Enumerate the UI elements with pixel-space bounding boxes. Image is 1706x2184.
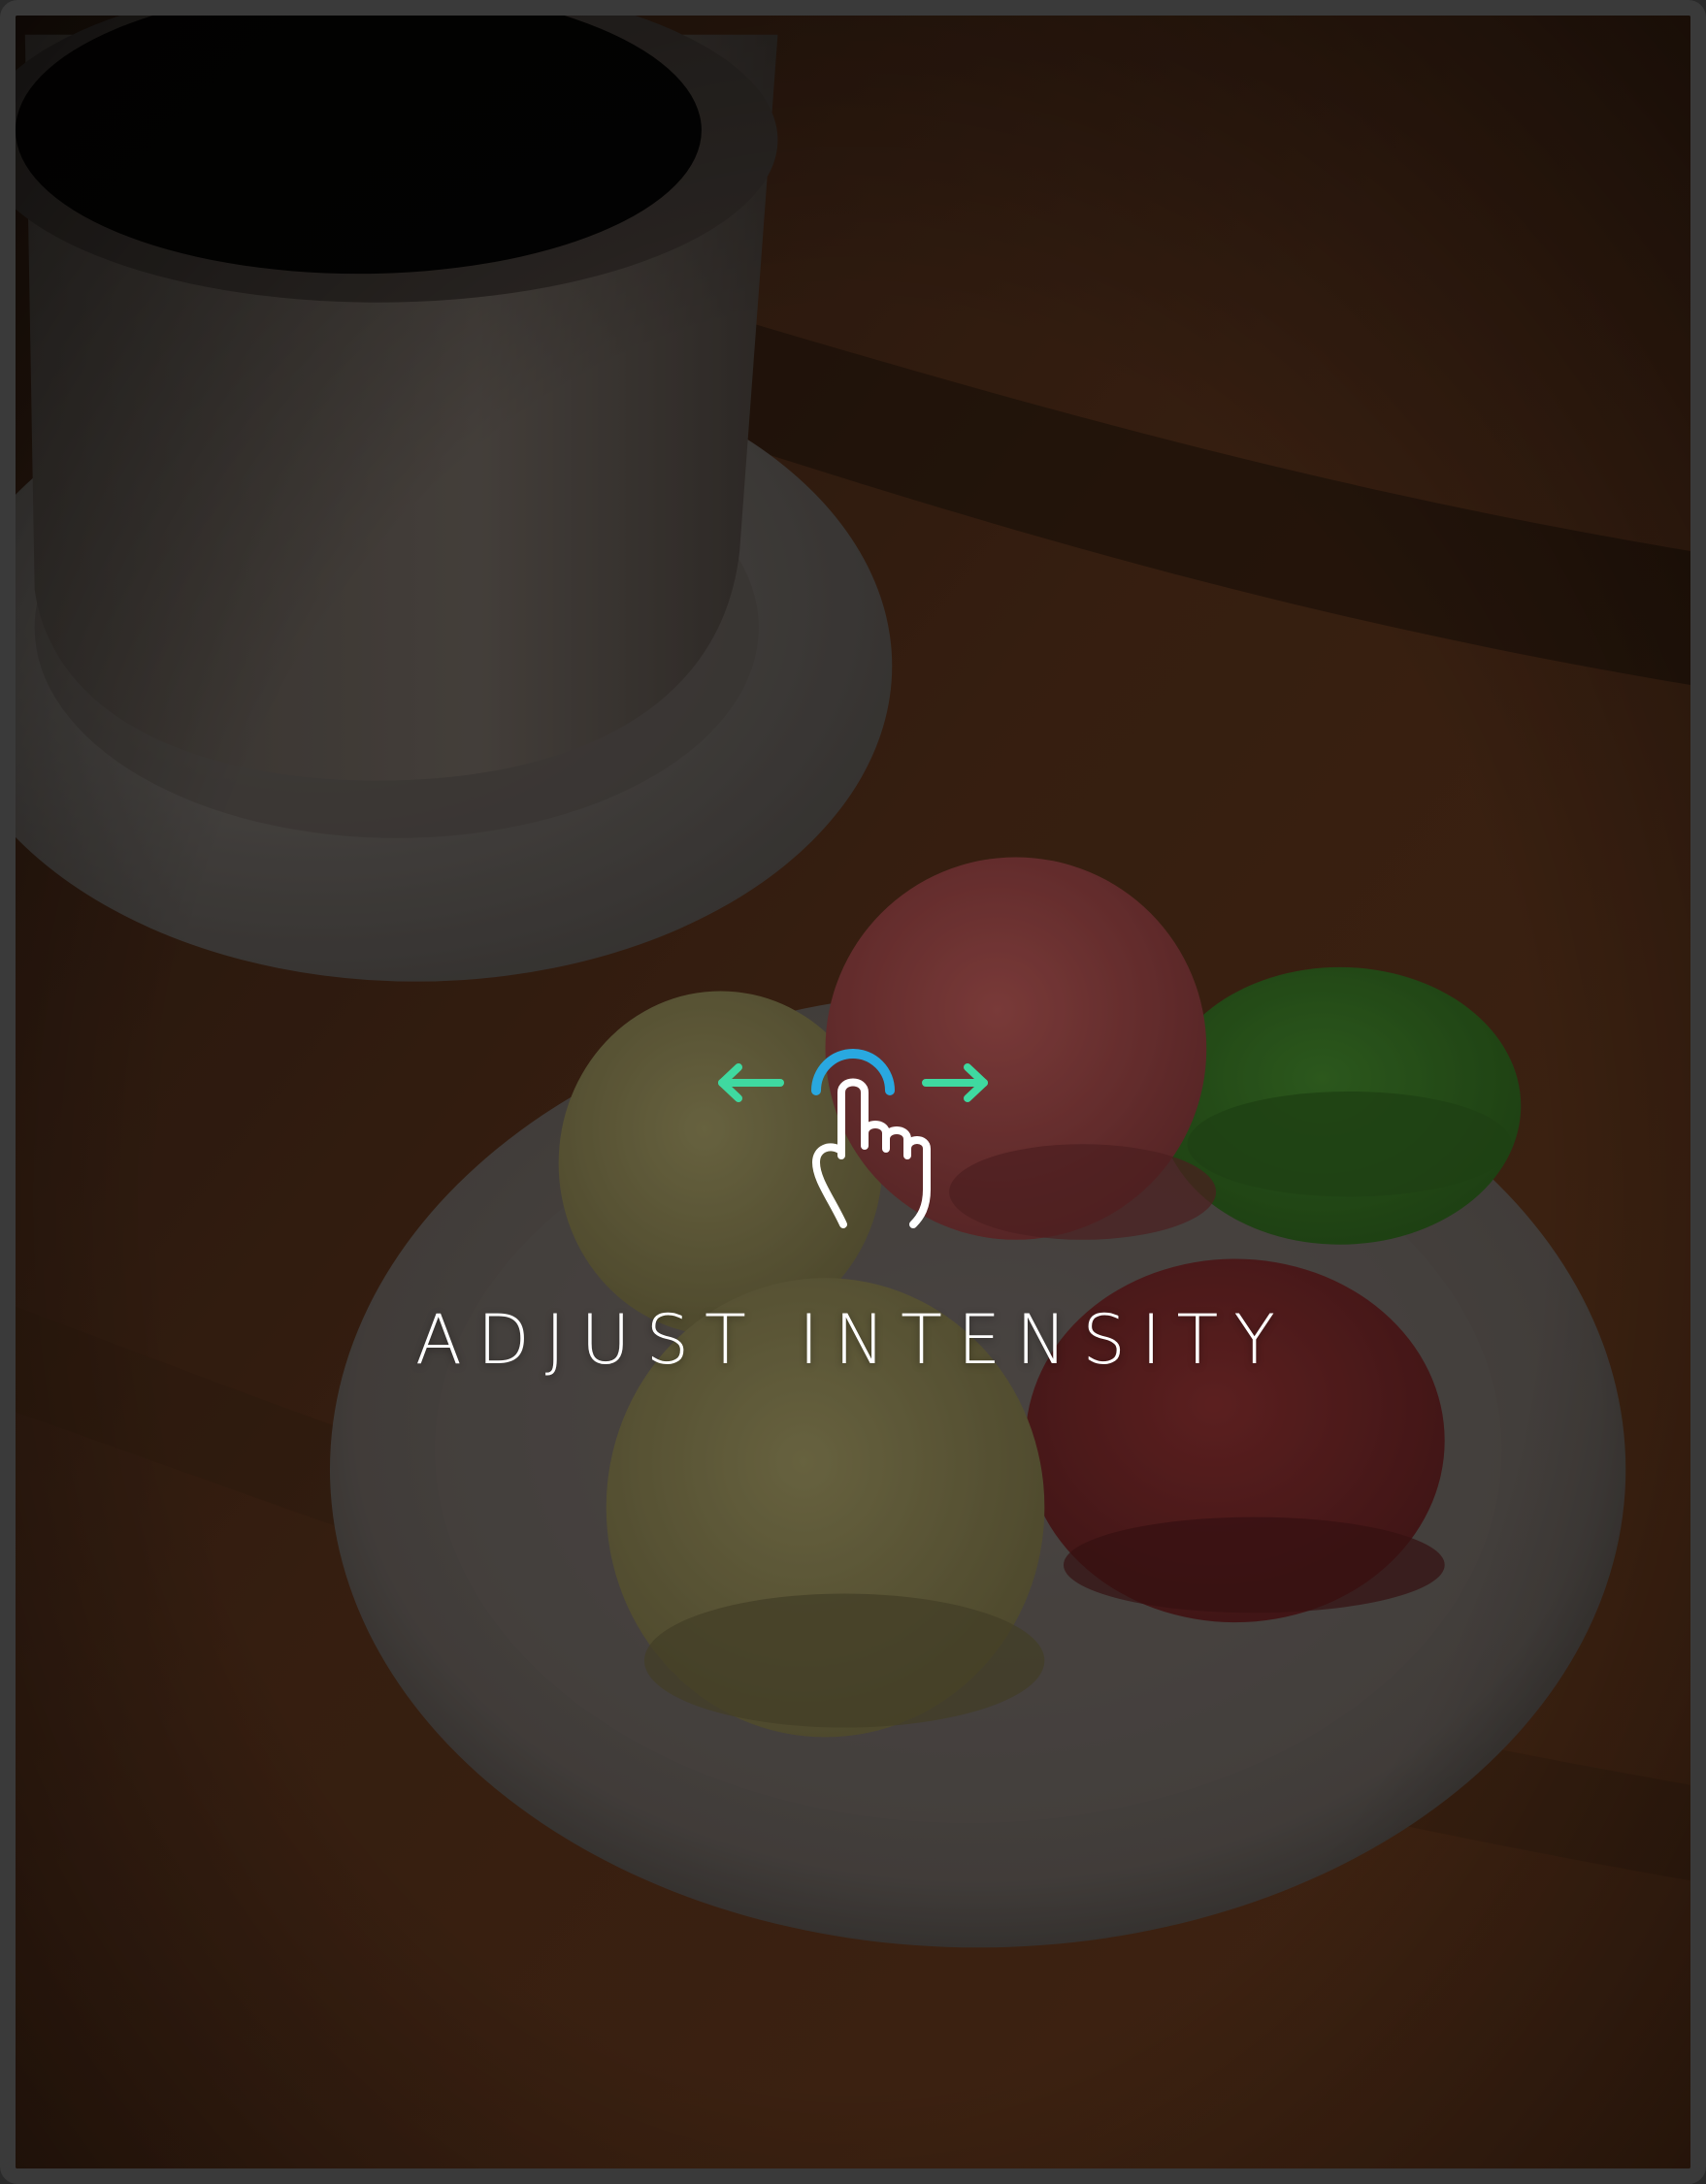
arrow-right-icon — [922, 1063, 988, 1102]
adjust-intensity-label: ADJUST INTENSITY — [414, 1300, 1292, 1380]
arrow-left-icon — [718, 1063, 784, 1102]
pointing-hand-icon — [812, 1078, 931, 1228]
swipe-gesture-hint — [707, 1034, 999, 1228]
swipe-horizontal-hand-icon — [718, 1049, 988, 1228]
photo-editor-screen[interactable]: ADJUST INTENSITY — [0, 0, 1706, 2184]
